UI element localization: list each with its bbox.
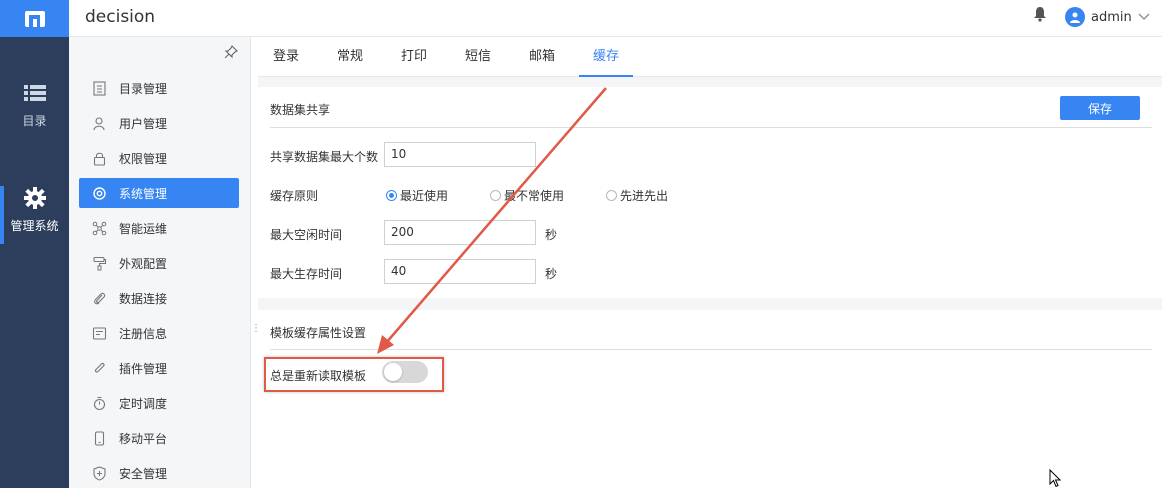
mobile-icon	[79, 430, 119, 446]
section-title: 模板缓存属性设置	[270, 326, 367, 340]
sidebar-item-7[interactable]: 注册信息	[79, 318, 239, 348]
sidebar-item-0[interactable]: 目录管理	[79, 73, 239, 103]
max-idle-label: 最大空闲时间	[270, 228, 343, 242]
sidebar-item-label: 移动平台	[119, 431, 168, 446]
shield-icon	[79, 465, 119, 481]
user-menu[interactable]: admin	[1065, 7, 1150, 27]
sidebar-item-1[interactable]: 用户管理	[79, 108, 239, 138]
dataset-share-panel: 数据集共享 保存 共享数据集最大个数 10 缓存原则 最近使用 最不常使用 先进…	[258, 87, 1162, 298]
sidebar-item-label: 权限管理	[119, 151, 168, 166]
radio-dot	[606, 190, 617, 201]
sidebar-item-label: 注册信息	[119, 326, 168, 341]
app-title: decision	[85, 7, 156, 27]
max-idle-unit: 秒	[545, 228, 558, 242]
gear-icon	[79, 186, 119, 201]
ops-icon	[79, 221, 119, 236]
section-title: 数据集共享	[270, 103, 331, 117]
max-idle-input[interactable]: 200	[384, 220, 536, 245]
username: admin	[1091, 9, 1132, 25]
register-icon	[79, 326, 119, 341]
logo-icon	[24, 10, 45, 27]
left-rail: 目录 管理系统	[0, 0, 69, 488]
max-count-input[interactable]: 10	[384, 142, 536, 167]
max-live-label: 最大生存时间	[270, 267, 343, 281]
secondary-menu: 目录管理用户管理权限管理系统管理智能运维外观配置数据连接注册信息插件管理定时调度…	[69, 37, 251, 488]
sidebar-item-label: 安全管理	[119, 466, 168, 481]
sidebar-item-9[interactable]: 定时调度	[79, 388, 239, 418]
rail-item-system-management[interactable]: 管理系统	[0, 185, 69, 250]
app-window: 目录 管理系统 decision admin 目录管理 用户管理 权限管理 系统…	[0, 0, 1162, 488]
tab-print[interactable]: 打印	[400, 37, 428, 77]
sidebar-item-label: 插件管理	[119, 361, 168, 376]
rail-item-label: 管理系统	[10, 219, 59, 233]
paint-roller-icon	[79, 256, 119, 271]
sidebar-item-5[interactable]: 外观配置	[79, 248, 239, 278]
sidebar-item-label: 用户管理	[119, 116, 168, 131]
top-header: decision admin	[69, 0, 1162, 37]
pin-icon[interactable]	[224, 45, 238, 62]
sidebar-item-label: 系统管理	[119, 186, 168, 201]
user-icon	[79, 116, 119, 131]
mouse-cursor-icon	[1049, 468, 1062, 488]
radio-dot	[490, 190, 501, 201]
sidebar-item-label: 目录管理	[119, 81, 168, 96]
timer-icon	[79, 396, 119, 411]
section-divider	[270, 127, 1152, 128]
sidebar-item-8[interactable]: 插件管理	[79, 353, 239, 383]
radio-dot	[386, 190, 397, 201]
app-logo[interactable]	[0, 0, 69, 37]
max-count-label: 共享数据集最大个数	[270, 150, 379, 164]
sidebar-item-11[interactable]: 安全管理	[79, 458, 239, 488]
tab-general[interactable]: 常规	[336, 37, 364, 77]
tab-login[interactable]: 登录	[272, 37, 300, 77]
tab-cache[interactable]: 缓存	[579, 37, 633, 77]
tab-email[interactable]: 邮箱	[528, 37, 556, 77]
section-divider	[270, 349, 1152, 350]
rail-item-catalog[interactable]: 目录	[0, 80, 69, 140]
template-cache-panel: 模板缓存属性设置 总是重新读取模板	[258, 310, 1162, 488]
annotation-highlight-box	[264, 357, 444, 392]
list-icon	[23, 80, 46, 106]
save-button[interactable]: 保存	[1060, 96, 1140, 120]
sidebar-item-label: 智能运维	[119, 221, 168, 236]
sidebar-item-10[interactable]: 移动平台	[79, 423, 239, 453]
radio-fifo[interactable]: 先进先出	[606, 187, 668, 204]
lock-icon	[79, 151, 119, 166]
tab-bar: 登录 常规 打印 短信 邮箱 缓存	[258, 37, 1162, 77]
max-live-unit: 秒	[545, 267, 558, 281]
radio-label: 先进先出	[620, 189, 669, 203]
plugin-icon	[79, 361, 119, 376]
radio-label: 最近使用	[400, 189, 449, 203]
radio-label: 最不常使用	[504, 189, 565, 203]
user-avatar-icon	[1065, 7, 1085, 27]
bell-icon[interactable]	[1033, 6, 1047, 25]
max-live-input[interactable]: 40	[384, 259, 536, 284]
sidebar-item-label: 外观配置	[119, 256, 168, 271]
sidebar-item-label: 定时调度	[119, 396, 168, 411]
radio-least-frequently-used[interactable]: 最不常使用	[490, 187, 564, 204]
paperclip-icon	[79, 291, 119, 306]
cache-policy-label: 缓存原则	[270, 189, 319, 203]
gear-icon	[23, 185, 46, 211]
sidebar-item-label: 数据连接	[119, 291, 168, 306]
sidebar-item-4[interactable]: 智能运维	[79, 213, 239, 243]
rail-item-label: 目录	[22, 114, 47, 128]
tab-sms[interactable]: 短信	[464, 37, 492, 77]
sidebar-item-3[interactable]: 系统管理	[79, 178, 239, 208]
catalog-icon	[79, 80, 119, 96]
content-area: 数据集共享 保存 共享数据集最大个数 10 缓存原则 最近使用 最不常使用 先进…	[258, 77, 1162, 488]
sidebar-item-6[interactable]: 数据连接	[79, 283, 239, 313]
radio-recently-used[interactable]: 最近使用	[386, 187, 448, 204]
chevron-down-icon	[1138, 10, 1150, 25]
sidebar-item-2[interactable]: 权限管理	[79, 143, 239, 173]
